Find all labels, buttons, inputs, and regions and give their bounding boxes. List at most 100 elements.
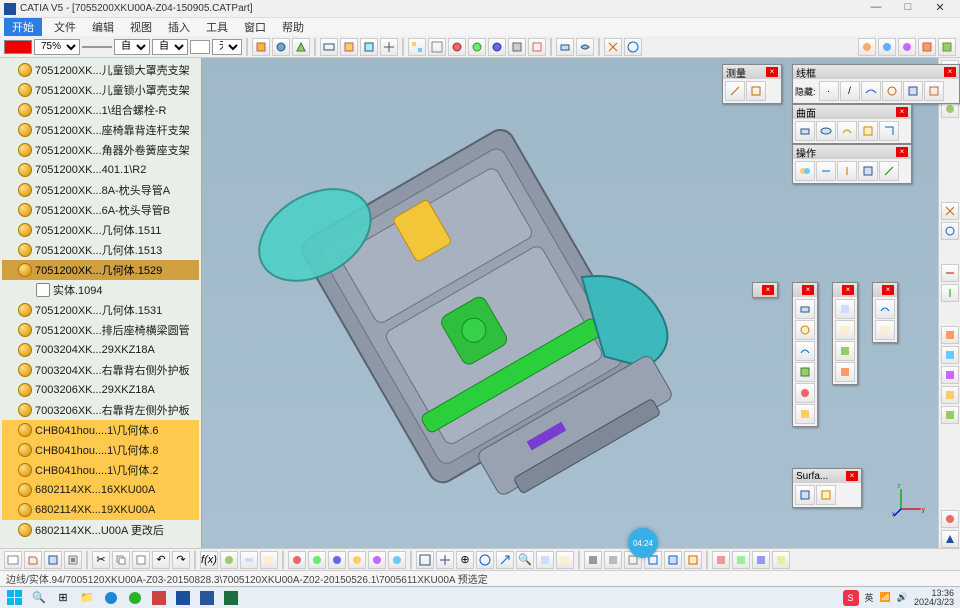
r-btn-5[interactable] [941,222,959,240]
menu-edit[interactable]: 编辑 [84,18,122,36]
menu-help[interactable]: 帮助 [274,18,312,36]
tree-item[interactable]: 7051200XK...排后座椅横梁圆管 [2,320,199,340]
b-btn-35[interactable] [732,551,750,569]
tool-btn-17[interactable] [604,38,622,56]
v2-btn-6[interactable] [795,404,815,424]
explorer-icon[interactable]: 📁 [78,589,96,607]
b-btn-20[interactable] [416,551,434,569]
wire-btn-5[interactable] [903,81,923,101]
b-btn-7[interactable] [132,551,150,569]
v2-btn-3[interactable] [795,341,815,361]
b-btn-33[interactable] [684,551,702,569]
b-btn-1[interactable] [4,551,22,569]
tool-btn-12[interactable] [488,38,506,56]
b-btn-19[interactable] [388,551,406,569]
tree-item[interactable]: 7003206XK...右靠背左侧外护板 [2,400,199,420]
b-btn-22[interactable]: ⊕ [456,551,474,569]
zoom-combo[interactable]: 75% [34,39,80,55]
close-icon[interactable]: × [846,471,858,481]
measure-btn-1[interactable] [725,81,745,101]
menu-window[interactable]: 窗口 [236,18,274,36]
tool-btn-2[interactable] [272,38,290,56]
close-icon[interactable]: × [896,107,908,117]
start-menu[interactable]: 开始 [4,18,42,36]
b-btn-16[interactable] [328,551,346,569]
b-btn-11[interactable] [220,551,238,569]
op-btn-5[interactable] [879,161,899,181]
op-btn-1[interactable] [795,161,815,181]
surf-btn-5[interactable] [879,121,899,141]
op-btn-2[interactable] [816,161,836,181]
close-icon[interactable]: × [802,285,814,295]
tool-btn-r5[interactable] [938,38,956,56]
v2-btn-2[interactable] [795,320,815,340]
menu-insert[interactable]: 插入 [160,18,198,36]
tool-btn-1[interactable] [252,38,270,56]
menu-file[interactable]: 文件 [46,18,84,36]
b-btn-24[interactable] [496,551,514,569]
wire-btn-3[interactable] [861,81,881,101]
b-btn-12[interactable] [240,551,258,569]
operation-toolbar[interactable]: 操作× [792,144,912,184]
wire-btn-4[interactable] [882,81,902,101]
wire-btn-2[interactable]: / [840,81,860,101]
surf-btn-3[interactable] [837,121,857,141]
v2-btn-5[interactable] [795,383,815,403]
tree-item[interactable]: 6802114XK...U00A 更改后 [2,520,199,540]
r-btn-7[interactable] [941,284,959,302]
b-btn-21[interactable] [436,551,454,569]
op-btn-3[interactable] [837,161,857,181]
b-btn-18[interactable] [368,551,386,569]
maximize-button[interactable]: □ [892,1,924,17]
b-btn-27[interactable] [556,551,574,569]
r-btn-10[interactable] [941,366,959,384]
b-btn-9[interactable]: ↷ [172,551,190,569]
close-icon[interactable]: × [896,147,908,157]
tree-item[interactable]: 7051200XK...几何体.1511 [2,220,199,240]
tree-item[interactable]: 7051200XK...儿童锁小罩壳支架 [2,80,199,100]
wechat-icon[interactable] [126,589,144,607]
tree-item[interactable]: 7051200XK...8A-枕头导管A [2,180,199,200]
tree-item[interactable]: 6802114XK...19XKU00A [2,500,199,520]
surfa-btn-1[interactable] [795,485,815,505]
measure-toolbar[interactable]: 测量× [722,64,782,104]
v3-btn-1[interactable] [835,299,855,319]
tray-wifi-icon[interactable]: 📶 [880,592,891,603]
tree-item[interactable]: 实体.1094 [2,280,199,300]
excel-icon[interactable] [222,589,240,607]
auto-combo-1[interactable]: 自动 [114,39,150,55]
tool-btn-3[interactable] [292,38,310,56]
r-btn-14[interactable] [941,530,959,548]
b-btn-34[interactable] [712,551,730,569]
spec-tree[interactable]: 7051200XK...儿童锁大罩壳支架7051200XK...儿童锁小罩壳支架… [0,58,202,548]
surf-btn-2[interactable] [816,121,836,141]
v3-btn-2[interactable] [835,320,855,340]
surf-btn-1[interactable] [795,121,815,141]
tool-btn-7[interactable] [380,38,398,56]
b-btn-10[interactable]: f(x) [200,551,218,569]
none-combo[interactable]: 无 [212,39,242,55]
surfa-toolbar[interactable]: Surfa...× [792,468,862,508]
close-icon[interactable]: × [842,285,854,295]
word-icon[interactable] [198,589,216,607]
wire-btn-1[interactable]: · [819,81,839,101]
b-btn-29[interactable] [604,551,622,569]
tool-btn-6[interactable] [360,38,378,56]
tree-item[interactable]: CHB041hou....1\几何体.6 [2,420,199,440]
tree-item[interactable]: 7051200XK...几何体.1529 [2,260,199,280]
tool-btn-9[interactable] [428,38,446,56]
sogou-icon[interactable]: S [843,590,859,606]
b-btn-6[interactable] [112,551,130,569]
tool-btn-4[interactable] [320,38,338,56]
tree-item[interactable]: 7051200XK...401.1\R2 [2,160,199,180]
b-btn-8[interactable]: ↶ [152,551,170,569]
b-btn-32[interactable] [664,551,682,569]
close-icon[interactable]: × [766,67,778,77]
tool-btn-8[interactable] [408,38,426,56]
tree-item[interactable]: 7051200XK...1\组合螺栓-R [2,100,199,120]
minimize-button[interactable]: — [860,1,892,17]
tool-btn-r1[interactable] [858,38,876,56]
r-btn-12[interactable] [941,406,959,424]
line-style[interactable] [82,46,112,48]
menu-view[interactable]: 视图 [122,18,160,36]
